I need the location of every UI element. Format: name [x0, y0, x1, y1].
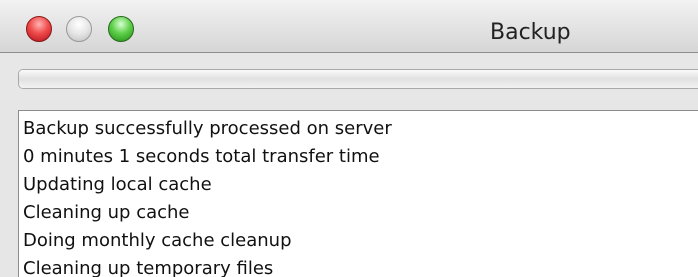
log-line: Backup successfully processed on server [23, 118, 392, 139]
log-line: 0 minutes 1 seconds total transfer time [23, 146, 380, 167]
log-line: Doing monthly cache cleanup [23, 230, 292, 251]
log-panel[interactable]: Backup successfully processed on server … [18, 110, 698, 277]
backup-window: Backup Backup successfully processed on … [0, 0, 698, 277]
zoom-button[interactable] [108, 16, 134, 42]
log-line: Cleaning up cache [23, 202, 190, 223]
progress-area [0, 53, 698, 101]
log-line: Updating local cache [23, 174, 212, 195]
progress-fill [19, 70, 698, 88]
progress-bar [18, 69, 698, 89]
window-title: Backup [490, 20, 571, 45]
minimize-button[interactable] [66, 16, 92, 42]
log-line: Cleaning up temporary files [23, 258, 274, 277]
close-button[interactable] [26, 16, 52, 42]
title-bar[interactable]: Backup [0, 0, 698, 53]
